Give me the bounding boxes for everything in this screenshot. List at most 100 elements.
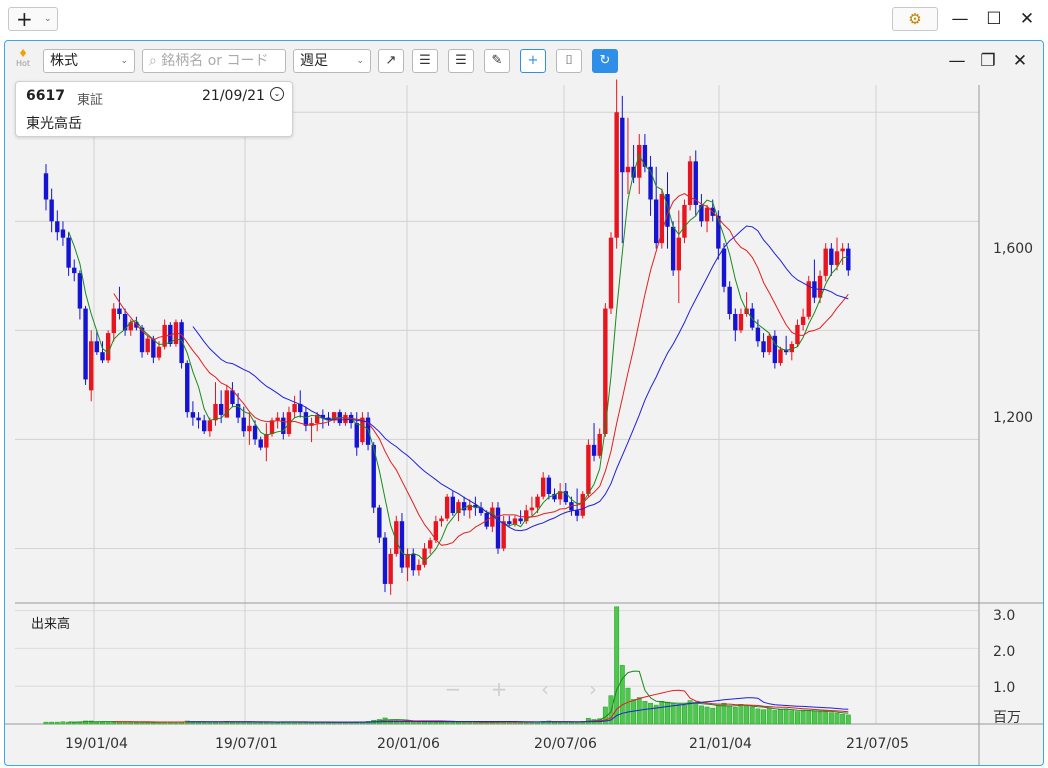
candle-body (105, 333, 111, 361)
symbol-search-input[interactable]: ⌕ 銘柄名 or コード (142, 49, 286, 73)
candle-body (541, 477, 546, 497)
volume-bar (416, 721, 422, 725)
candle-body (258, 439, 263, 448)
hot-button[interactable]: ♦ Hot (13, 48, 33, 69)
candle-body (190, 412, 196, 418)
candle-body (185, 363, 190, 413)
chevron-down-circle-icon[interactable]: ⌄ (270, 87, 284, 101)
panel-restore-button[interactable]: ❐ (976, 49, 1000, 73)
candle-body (755, 327, 761, 342)
trendline-tool-button[interactable]: ↗ (378, 49, 404, 73)
stock-chart[interactable] (5, 41, 1043, 765)
candle-body (43, 173, 49, 200)
add-tab-button[interactable]: + ⌄ (8, 7, 58, 31)
market-type-select[interactable]: 株式 ⌄ (43, 49, 135, 73)
zoom-out-button[interactable]: − (433, 677, 473, 701)
chevron-down-icon: ⌄ (356, 56, 364, 66)
zoom-in-button[interactable]: + (479, 677, 519, 701)
scroll-right-button[interactable]: › (573, 677, 613, 701)
candle-body (829, 248, 834, 265)
volume-bar (783, 708, 789, 725)
candle-body (354, 423, 359, 448)
candle-body (100, 352, 105, 361)
camera-icon: ⌷ (565, 53, 573, 68)
volume-bar (744, 705, 750, 725)
app-close-button[interactable]: ✕ (1014, 6, 1040, 32)
candle-body (778, 349, 783, 364)
candle-body (846, 248, 851, 271)
volume-bar (625, 687, 631, 725)
panel-close-button[interactable]: ✕ (1008, 49, 1032, 73)
plus-icon: + (16, 7, 33, 31)
volume-tick-label: 1.0 (993, 680, 1016, 696)
volume-bar (43, 721, 49, 725)
candle-body (620, 117, 625, 173)
volume-bar (648, 702, 653, 725)
volume-bar (727, 705, 733, 725)
draw-tool-button[interactable]: ✎ (484, 49, 510, 73)
volume-bar (303, 722, 309, 725)
candle-body (512, 518, 518, 524)
refresh-button[interactable]: ↻ (592, 49, 618, 73)
volume-bar (71, 722, 77, 725)
volume-bar (704, 706, 710, 725)
crosshair-icon: + (527, 53, 539, 68)
candle-body (682, 204, 687, 238)
volume-pane-label: 出来高 (31, 617, 71, 632)
volume-bar (693, 701, 699, 725)
candle-body (614, 112, 619, 238)
app-minimize-button[interactable]: — (947, 6, 973, 32)
volume-bar (133, 722, 139, 725)
volume-bar (128, 721, 134, 725)
refresh-icon: ↻ (599, 53, 611, 68)
candle-body (55, 221, 60, 233)
candle-body (501, 521, 506, 549)
volume-bar (715, 704, 721, 725)
candle-body (196, 417, 201, 421)
volume-bar (778, 709, 783, 725)
date-tick-label: 20/01/06 (377, 736, 440, 752)
volume-bar (659, 701, 665, 725)
candle-body (202, 420, 207, 432)
chart-panel: ♦ Hot 株式 ⌄ ⌕ 銘柄名 or コード 週足 ⌄ ↗ ☰ ☰ ✎ + ⌷… (4, 40, 1044, 766)
align-right-tool-button[interactable]: ☰ (448, 49, 474, 73)
volume-bar (828, 712, 834, 725)
settings-button[interactable]: ⚙ (892, 7, 938, 31)
candle-body (580, 493, 585, 516)
search-icon: ⌕ (149, 53, 157, 69)
app-maximize-button[interactable]: ☐ (981, 6, 1007, 32)
volume-bar (732, 707, 738, 725)
candle-body (733, 314, 738, 331)
candle-body (699, 204, 704, 222)
candle-body (456, 502, 461, 514)
candle-body (800, 316, 806, 325)
date-tick-label: 21/01/04 (689, 736, 752, 752)
candle-body (94, 341, 100, 353)
candle-body (269, 420, 275, 434)
candle-body (518, 518, 523, 522)
hot-label: Hot (15, 59, 31, 68)
candle-body (597, 433, 602, 456)
candle-body (444, 496, 450, 519)
candle-body (388, 553, 393, 584)
volume-bar (619, 665, 625, 725)
panel-minimize-button[interactable]: — (945, 49, 969, 73)
scroll-left-button[interactable]: ‹ (525, 677, 565, 701)
period-select[interactable]: 週足 ⌄ (293, 49, 371, 73)
candle-body (83, 308, 88, 380)
candle-body (450, 496, 455, 514)
candle-body (693, 161, 698, 205)
candle-body (676, 237, 681, 271)
price-tick-label: 1,600 (993, 241, 1034, 257)
candle-body (72, 267, 77, 274)
align-left-tool-button[interactable]: ☰ (412, 49, 438, 73)
candle-body (738, 314, 744, 331)
volume-bar (811, 710, 817, 725)
screenshot-button[interactable]: ⌷ (556, 49, 582, 73)
volume-bar (682, 704, 687, 725)
candle-body (275, 417, 280, 421)
volume-bar (755, 708, 761, 725)
candle-body (77, 273, 83, 309)
crosshair-tool-button[interactable]: + (520, 49, 546, 73)
search-placeholder: 銘柄名 or コード (161, 53, 269, 69)
